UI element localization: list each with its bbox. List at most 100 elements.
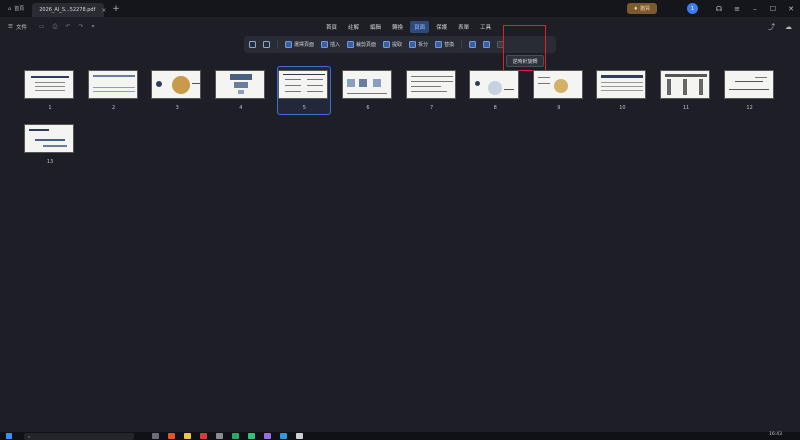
rotate-ccw-icon (469, 41, 477, 48)
zoom-out-button[interactable] (249, 41, 256, 48)
ribbon-tab[interactable]: 保護 (432, 21, 451, 33)
page-thumbnail[interactable]: 4 (214, 70, 267, 111)
page-thumbnail[interactable]: 3 (151, 70, 203, 111)
thumbnail-graphic (734, 81, 763, 82)
taskbar-clock: 16:43 (769, 432, 782, 437)
page-thumbnail-image (87, 70, 138, 99)
share-icon[interactable]: ⤴ (768, 22, 775, 32)
taskbar-app-icon[interactable] (216, 433, 223, 439)
upgrade-button[interactable]: ♦ 猶買 (626, 3, 657, 14)
taskbar-app-icon[interactable] (168, 433, 175, 439)
page-thumbnail[interactable]: 12 (723, 70, 776, 111)
thumbnail-graphic (488, 81, 503, 95)
zoom-in-button[interactable] (263, 41, 270, 48)
page-thumbnail-image (405, 70, 456, 99)
page-number-label: 6 (366, 105, 370, 111)
taskbar-app-icon[interactable] (248, 433, 255, 439)
thumbnail-graphic (410, 86, 441, 87)
replace-button[interactable]: 替換 (435, 41, 454, 48)
ribbon-tab[interactable]: 表單 (454, 21, 473, 33)
thumbnail-graphic (410, 91, 447, 92)
document-tab[interactable]: 2026_AI_S...52278.pdf × (32, 3, 106, 17)
ribbon-tab[interactable]: 頁面 (410, 20, 430, 33)
crop-page-button[interactable]: 裁剪頁面 (347, 41, 376, 48)
taskbar-app-icon[interactable] (152, 433, 159, 439)
close-tab-icon[interactable]: × (101, 7, 106, 14)
zoom-in-icon (263, 41, 270, 48)
thumbnail-graphic (35, 90, 65, 91)
thumbnail-graphic (359, 79, 367, 87)
menu-icon[interactable]: ≡ (728, 5, 746, 13)
page-number-label: 10 (619, 105, 626, 111)
page-thumbnail-image (214, 70, 265, 99)
cloud-icon[interactable]: ☁ (785, 23, 792, 31)
thumbnail-graphic (285, 79, 302, 80)
page-thumbnail[interactable]: 1 (24, 70, 76, 111)
taskbar-app-icon[interactable] (264, 433, 271, 439)
page-thumbnail[interactable]: 9 (532, 70, 585, 111)
home-tab-label: 首頁 (14, 6, 25, 12)
maximize-icon[interactable]: ☐ (764, 5, 782, 13)
new-tab-icon[interactable]: + (112, 4, 120, 14)
thumbnail-graphic (475, 81, 481, 86)
rotate-cw-icon (483, 41, 491, 48)
ribbon-tab[interactable]: 轉換 (388, 21, 407, 33)
undo-icon[interactable]: ↶ (65, 23, 70, 31)
page-thumbnail-image (151, 70, 202, 99)
thumbnail-graphic (285, 91, 302, 92)
close-window-icon[interactable]: ✕ (782, 5, 800, 13)
thumbnail-graphic (347, 93, 387, 94)
ribbon-tab[interactable]: 工具 (476, 21, 495, 33)
taskbar-search[interactable]: ⌕ (24, 432, 134, 440)
select-pages-button[interactable]: 選擇頁面 (285, 41, 314, 48)
page-thumbnail[interactable]: 6 (342, 70, 394, 111)
page-thumbnail[interactable]: 10 (596, 70, 648, 111)
page-number-label: 12 (746, 105, 753, 111)
thumbnail-graphic (92, 87, 135, 88)
extract-button[interactable]: 提取 (383, 41, 402, 48)
print-icon[interactable]: ⎙ (53, 23, 58, 31)
replace-icon (435, 41, 443, 48)
taskbar-app-icon[interactable] (296, 433, 303, 439)
taskbar-app-icon[interactable] (200, 433, 207, 439)
rotate-counterclockwise-button[interactable] (469, 41, 477, 48)
insert-button[interactable]: 插入 (321, 41, 340, 48)
thumbnail-graphic (410, 76, 453, 77)
headset-icon[interactable]: ☊ (710, 5, 728, 13)
thumbnail-graphic (307, 85, 324, 86)
start-icon[interactable] (6, 433, 12, 439)
page-thumbnail-image (596, 70, 647, 99)
minimize-icon[interactable]: – (746, 5, 764, 13)
taskbar-app-icon[interactable] (280, 433, 287, 439)
zoom-out-icon (249, 41, 256, 48)
ribbon-tab[interactable]: 編輯 (366, 21, 385, 33)
thumbnail-graphic (233, 82, 248, 88)
os-taskbar: ⌕ 16:43 (0, 432, 800, 440)
page-number-label: 9 (557, 105, 561, 111)
home-icon: ⌂ (8, 5, 12, 12)
page-thumbnail[interactable]: 5 (278, 70, 330, 111)
page-thumbnail[interactable]: 2 (87, 70, 140, 111)
split-button[interactable]: 拆分 (409, 41, 428, 48)
avatar[interactable]: 1 (687, 3, 698, 14)
taskbar-app-icon[interactable] (184, 433, 191, 439)
page-thumbnail[interactable]: 7 (405, 70, 458, 111)
rotate-clockwise-button[interactable] (483, 41, 491, 48)
save-icon[interactable]: ▭ (39, 23, 45, 31)
page-thumbnail[interactable]: 8 (469, 70, 521, 111)
ribbon-tab[interactable]: 註解 (344, 21, 363, 33)
page-thumbnail[interactable]: 13 (24, 124, 76, 165)
crop-page-icon (347, 41, 355, 48)
redo-icon[interactable]: ↷ (78, 23, 83, 31)
thumbnail-graphic (667, 79, 671, 95)
upgrade-label: 猶買 (639, 6, 650, 12)
taskbar-app-icon[interactable] (232, 433, 239, 439)
thumbnail-graphic (156, 81, 163, 87)
file-menu[interactable]: ☰ 文件 (0, 23, 27, 31)
dropdown-icon[interactable]: ▾ (92, 23, 95, 31)
home-tab[interactable]: ⌂ 首頁 (0, 0, 32, 17)
page-number-label: 2 (112, 105, 116, 111)
page-thumbnail-image (469, 70, 520, 99)
page-thumbnail[interactable]: 11 (660, 70, 712, 111)
ribbon-tab[interactable]: 首頁 (322, 21, 341, 33)
